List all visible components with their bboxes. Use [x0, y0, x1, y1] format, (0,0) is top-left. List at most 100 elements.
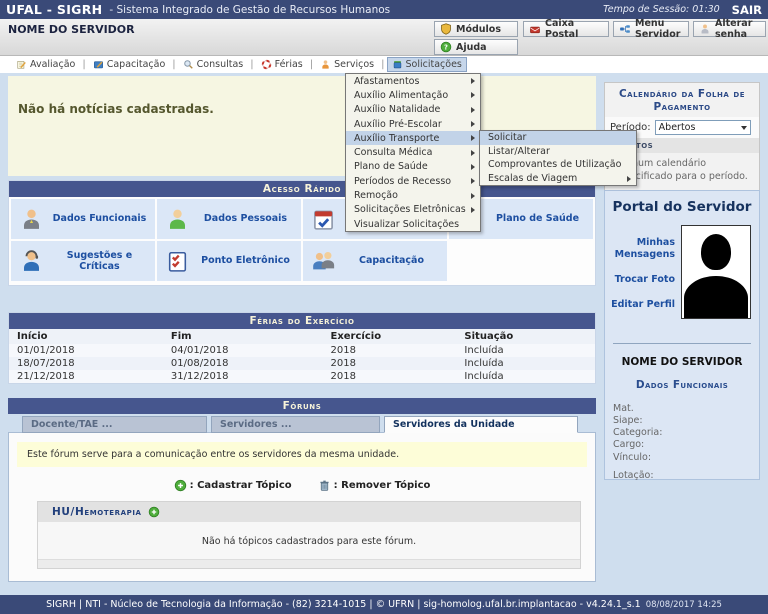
submenu-arrow-icon	[471, 135, 475, 141]
menu-separator	[82, 59, 85, 70]
link-editar-perfil[interactable]: Editar Perfil	[605, 299, 675, 311]
submenu-item-listar-alterar[interactable]: Listar/Alterar	[480, 145, 636, 159]
quick-access-sugestoes-criticas[interactable]: Sugestões e Críticas	[11, 241, 155, 281]
dropdown-item-periodos-de-recesso[interactable]: Períodos de Recesso	[346, 174, 480, 188]
forum-tab-content: Este fórum serve para a comunicação entr…	[8, 432, 596, 582]
foruns-header: Fóruns	[8, 398, 596, 414]
person-headset-icon	[19, 249, 44, 274]
link-minhas-mensagens[interactable]: Minhas Mensagens	[605, 237, 675, 261]
mailbox-button[interactable]: Caixa Postal	[523, 21, 609, 37]
lifebuoy-icon	[261, 59, 272, 70]
submenu-arrow-icon	[471, 164, 475, 170]
forum-legend: : Cadastrar Tópico : Remover Tópico	[9, 479, 595, 492]
submenu-arrow-icon	[627, 176, 631, 182]
field-vinculo: Vínculo:	[613, 452, 759, 464]
quick-access-panel: Acesso Rápido Dados Funcionais Dados Pes…	[8, 180, 596, 286]
dropdown-item-consulta-medica[interactable]: Consulta Médica	[346, 145, 480, 159]
portal-divider	[613, 343, 751, 344]
session-timer: Tempo de Sessão: 01:30	[603, 4, 720, 15]
field-lotacao: Lotação:	[613, 470, 759, 482]
menu-separator	[172, 59, 175, 70]
mailbox-icon	[529, 23, 541, 35]
period-select[interactable]: Abertos	[655, 120, 751, 135]
tab-docente-tae[interactable]: Docente/TAE ...	[22, 416, 207, 433]
quick-access-empty-cell	[449, 241, 593, 281]
portal-section-title: Dados Funcionais	[605, 379, 759, 391]
menu-separator	[310, 59, 313, 70]
box-icon	[392, 59, 403, 70]
dropdown-item-plano-de-saude[interactable]: Plano de Saúde	[346, 160, 480, 174]
folder-pencil-icon	[93, 59, 104, 70]
submenu-arrow-icon	[471, 78, 475, 84]
two-people-icon	[311, 249, 336, 274]
dropdown-item-solicitacoes-eletronicas[interactable]: Solicitações Eletrônicas	[346, 203, 480, 217]
chevron-down-icon	[741, 126, 747, 130]
submenu-item-escalas-de-viagem[interactable]: Escalas de Viagem	[480, 172, 636, 186]
dropdown-item-remocao[interactable]: Remoção	[346, 188, 480, 202]
trash-icon	[318, 479, 331, 492]
footer-bar: SIGRH | NTI - Núcleo de Tecnologia da In…	[0, 595, 768, 614]
submenu-arrow-icon	[471, 92, 475, 98]
dropdown-item-visualizar-solicitacoes[interactable]: Visualizar Solicitações	[346, 217, 480, 231]
submenu-arrow-icon	[471, 178, 475, 184]
add-topic-icon[interactable]	[148, 506, 160, 518]
change-password-button[interactable]: Alterar senha	[693, 21, 766, 37]
forum-topic-footer	[38, 559, 580, 568]
submenu-item-solicitar[interactable]: Solicitar	[480, 131, 636, 145]
top-bar: UFAL - SIGRH - Sistema Integrado de Gest…	[0, 0, 768, 19]
link-trocar-foto[interactable]: Trocar Foto	[605, 274, 675, 286]
sigrh-home-screen: { "topbar": { "brand": "UFAL - SIGRH", "…	[0, 0, 768, 614]
user-name: NOME DO SERVIDOR	[8, 23, 135, 36]
tab-servidores[interactable]: Servidores ...	[211, 416, 380, 433]
menu-item-consultas[interactable]: Consultas	[179, 58, 248, 71]
profile-photo-silhouette	[681, 225, 751, 319]
network-icon	[619, 23, 631, 35]
legend-remove-topic: : Remover Tópico	[318, 479, 431, 492]
logout-link[interactable]: SAIR	[732, 3, 762, 17]
footer-datetime: 08/08/2017 14:25	[646, 600, 722, 610]
quick-access-ponto-eletronico[interactable]: Ponto Eletrônico	[157, 241, 301, 281]
menu-item-avaliacao[interactable]: Avaliação	[12, 58, 79, 71]
app-brand: UFAL - SIGRH	[6, 2, 102, 17]
submenu-item-comprovantes[interactable]: Comprovantes de Utilização	[480, 158, 636, 172]
ferias-table-row: 18/07/2018 01/08/2018 2018 Incluída	[9, 357, 595, 370]
person-icon	[699, 23, 711, 35]
magnifier-icon	[183, 59, 194, 70]
person-suit-icon	[19, 207, 44, 232]
menu-item-ferias[interactable]: Férias	[257, 58, 307, 71]
submenu-arrow-icon	[471, 193, 475, 199]
dropdown-item-auxilio-alimentacao[interactable]: Auxílio Alimentação	[346, 88, 480, 102]
field-siape: Siape:	[613, 415, 759, 427]
field-cargo: Cargo:	[613, 439, 759, 451]
checklist-icon	[165, 249, 190, 274]
footer-text: SIGRH | NTI - Núcleo de Tecnologia da In…	[46, 599, 641, 610]
menu-item-solicitacoes[interactable]: Solicitações	[388, 58, 466, 71]
calendar-check-icon	[311, 207, 336, 232]
quick-access-dados-funcionais[interactable]: Dados Funcionais	[11, 199, 155, 239]
forum-section-bar: HU/Hemoterapia	[38, 502, 580, 522]
dropdown-item-afastamentos[interactable]: Afastamentos	[346, 74, 480, 88]
tab-servidores-da-unidade[interactable]: Servidores da Unidade	[384, 416, 578, 433]
svg-text:?: ?	[444, 44, 448, 52]
portal-title: Portal do Servidor	[605, 199, 759, 215]
forum-tabs: Docente/TAE ... Servidores ... Servidore…	[22, 416, 596, 433]
quick-access-capacitacao[interactable]: Capacitação	[303, 241, 447, 281]
menu-item-servicos[interactable]: Serviços	[316, 58, 378, 71]
dropdown-item-auxilio-natalidade[interactable]: Auxílio Natalidade	[346, 103, 480, 117]
foruns-panel: Fóruns Docente/TAE ... Servidores ... Se…	[8, 398, 596, 582]
menu-item-capacitacao[interactable]: Capacitação	[89, 58, 170, 71]
submenu-arrow-icon	[471, 107, 475, 113]
help-button[interactable]: ? Ajuda	[434, 39, 518, 55]
shield-icon	[440, 23, 452, 35]
dropdown-item-auxilio-pre-escolar[interactable]: Auxílio Pré-Escolar	[346, 117, 480, 131]
server-menu-button[interactable]: Menu Servidor	[613, 21, 689, 37]
calendar-title: Calendário da Folha de Pagamento	[605, 83, 759, 117]
modules-button[interactable]: Módulos	[434, 21, 518, 37]
portal-servidor-panel: Portal do Servidor Minhas Mensagens Troc…	[604, 190, 760, 480]
menu-separator	[381, 59, 384, 70]
submenu-arrow-icon	[471, 150, 475, 156]
dropdown-item-auxilio-transporte[interactable]: Auxílio Transporte	[346, 131, 480, 145]
quick-access-dados-pessoais[interactable]: Dados Pessoais	[157, 199, 301, 239]
app-subtitle: - Sistema Integrado de Gestão de Recurso…	[109, 4, 390, 16]
legend-add-topic: : Cadastrar Tópico	[174, 479, 292, 492]
